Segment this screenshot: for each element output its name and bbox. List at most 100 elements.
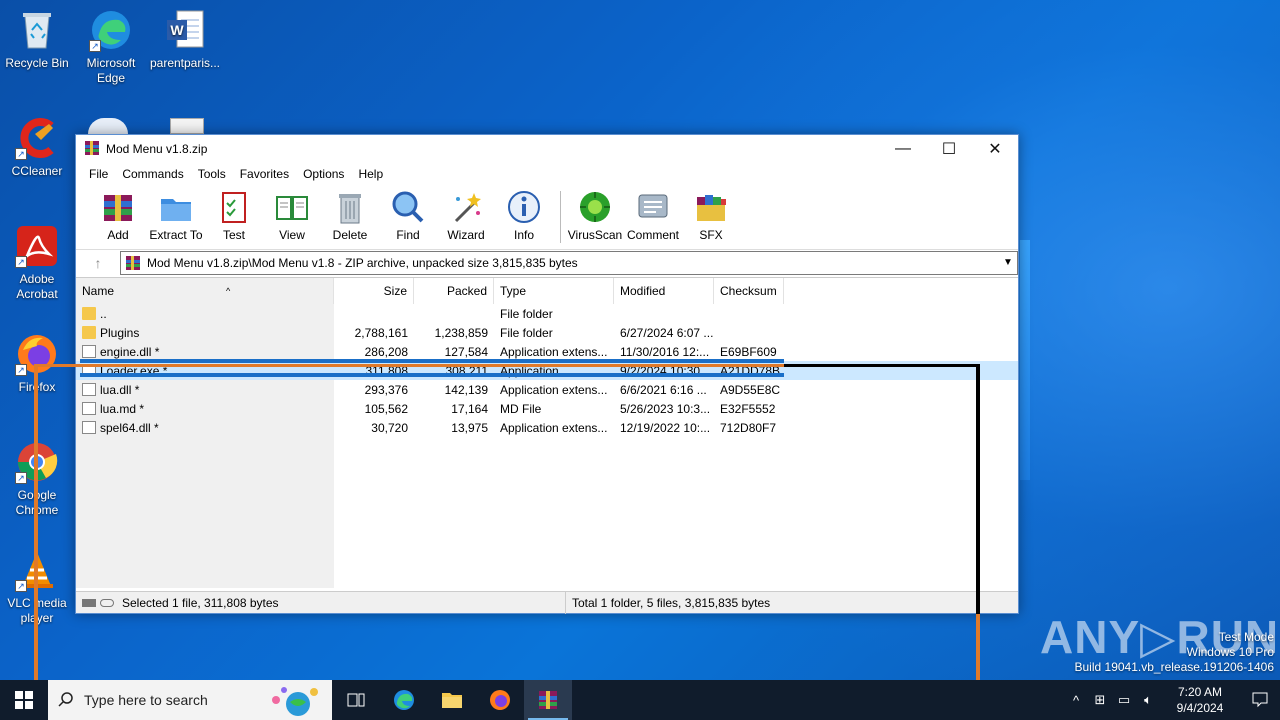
- file-icon: [82, 344, 96, 358]
- display-icon[interactable]: ▭: [1112, 692, 1136, 708]
- clock[interactable]: 7:20 AM 9/4/2024: [1160, 684, 1240, 716]
- extract-to-button[interactable]: Extract To: [148, 189, 204, 242]
- info-button[interactable]: Info: [496, 189, 552, 242]
- recycle-bin-icon: [15, 8, 59, 52]
- firefox-icon: [490, 690, 510, 710]
- table-row-parent[interactable]: .. File folder: [76, 304, 1018, 323]
- volume-icon[interactable]: 🔈︎: [1136, 692, 1160, 708]
- ccleaner-icon: ↗: [15, 116, 59, 160]
- row-packed: 127,584: [444, 344, 488, 359]
- table-row-plugins[interactable]: Plugins 2,788,161 1,238,859 File folder …: [76, 323, 1018, 342]
- network-icon[interactable]: ⊞: [1088, 692, 1112, 708]
- toolbar-label: Test: [222, 228, 245, 242]
- file-icon: [82, 401, 96, 415]
- windows-logo-icon: [15, 691, 33, 709]
- desktop-icon-label: CCleaner: [11, 164, 63, 178]
- watermark-line: Windows 10 Pro: [1186, 645, 1274, 659]
- toolbar-label: Find: [396, 228, 420, 242]
- zip-archive-icon: [125, 255, 141, 271]
- table-row-lua-dll[interactable]: lua.dll * 293,376 142,139 Application ex…: [76, 380, 1018, 399]
- minimize-button[interactable]: —: [880, 135, 926, 163]
- column-modified[interactable]: Modified: [614, 278, 714, 304]
- row-size: 2,788,161: [354, 325, 408, 340]
- column-name[interactable]: Name ^: [76, 278, 334, 304]
- overlay-line-blue-top: [80, 359, 784, 363]
- magnifier-icon: [390, 189, 426, 225]
- maximize-button[interactable]: ☐: [926, 135, 972, 163]
- find-button[interactable]: Find: [380, 189, 436, 242]
- comment-button[interactable]: Comment: [625, 189, 681, 242]
- toolbar-label: VirusScan: [567, 228, 623, 242]
- toolbar-label: Comment: [626, 228, 679, 242]
- status-selected: Selected 1 file, 311,808 bytes: [122, 595, 279, 610]
- taskbar-file-explorer[interactable]: [428, 680, 476, 720]
- column-checksum[interactable]: Checksum: [714, 278, 784, 304]
- view-button[interactable]: View: [264, 189, 320, 242]
- row-modified: 6/6/2021 6:16 ...: [620, 382, 707, 397]
- task-view-button[interactable]: [332, 680, 380, 720]
- desktop-icon-recycle-bin[interactable]: Recycle Bin: [0, 8, 74, 71]
- folder-icon: [82, 325, 96, 339]
- menu-options[interactable]: Options: [296, 167, 351, 181]
- desktop-icon-edge[interactable]: ↗ Microsoft Edge: [74, 8, 148, 86]
- table-row-lua-md[interactable]: lua.md * 105,562 17,164 MD File 5/26/202…: [76, 399, 1018, 418]
- sfx-button[interactable]: SFX: [683, 189, 739, 242]
- taskbar-firefox[interactable]: [476, 680, 524, 720]
- row-size: 30,720: [371, 420, 408, 435]
- desktop-icon-ccleaner[interactable]: ↗ CCleaner: [0, 116, 74, 179]
- row-modified: 5/26/2023 10:3...: [620, 401, 711, 416]
- close-button[interactable]: ✕: [972, 135, 1018, 163]
- file-icon: [82, 420, 96, 434]
- archive-path-field[interactable]: Mod Menu v1.8.zip\Mod Menu v1.8 - ZIP ar…: [120, 250, 1018, 275]
- menu-commands[interactable]: Commands: [115, 167, 190, 181]
- info-icon: [506, 189, 542, 225]
- table-row-spel64-dll[interactable]: spel64.dll * 30,720 13,975 Application e…: [76, 418, 1018, 437]
- desktop-icon-acrobat[interactable]: ↗ Adobe Acrobat: [0, 224, 74, 302]
- desktop-icon-word-doc[interactable]: W parentparis...: [148, 8, 222, 71]
- overlay-line-black-horizontal: [784, 364, 980, 367]
- test-button[interactable]: Test: [206, 189, 262, 242]
- column-packed[interactable]: Packed: [414, 278, 494, 304]
- chevron-up-icon[interactable]: ^: [1064, 693, 1088, 708]
- taskbar-edge[interactable]: [380, 680, 428, 720]
- overlay-line-black-vertical: [976, 364, 980, 614]
- add-button[interactable]: Add: [90, 189, 146, 242]
- menu-favorites[interactable]: Favorites: [233, 167, 296, 181]
- file-icon: [82, 382, 96, 396]
- menu-help[interactable]: Help: [351, 167, 390, 181]
- search-box[interactable]: Type here to search: [48, 680, 332, 720]
- file-explorer-icon: [442, 693, 462, 708]
- toolbar-label: Extract To: [149, 228, 203, 242]
- address-bar: ↑ Mod Menu v1.8.zip\Mod Menu v1.8 - ZIP …: [76, 249, 1018, 275]
- row-name: lua.dll *: [100, 382, 140, 397]
- overlay-line-orange-vertical: [34, 364, 38, 720]
- row-modified: 11/30/2016 12:...: [620, 344, 710, 359]
- word-doc-icon: W: [163, 8, 207, 52]
- row-packed: 17,164: [451, 401, 488, 416]
- edge-icon: [394, 690, 414, 710]
- up-arrow-icon[interactable]: ↑: [76, 255, 120, 271]
- toolbar-label: SFX: [699, 228, 723, 242]
- acrobat-icon: ↗: [15, 224, 59, 268]
- svg-text:W: W: [170, 22, 184, 38]
- menu-tools[interactable]: Tools: [191, 167, 233, 181]
- column-size[interactable]: Size: [334, 278, 414, 304]
- toolbar: Add Extract To Test View Delete Find Wiz…: [76, 185, 1018, 249]
- start-button[interactable]: [0, 680, 48, 720]
- taskbar-winrar[interactable]: [524, 680, 572, 720]
- title-bar[interactable]: Mod Menu v1.8.zip — ☐ ✕: [76, 135, 1018, 163]
- drive-icon: [82, 598, 96, 607]
- menu-file[interactable]: File: [82, 167, 115, 181]
- row-type: Application extens...: [500, 382, 608, 397]
- row-checksum: A9D55E8C: [720, 382, 781, 397]
- virus-scan-icon: [577, 189, 613, 225]
- delete-button[interactable]: Delete: [322, 189, 378, 242]
- wizard-button[interactable]: Wizard: [438, 189, 494, 242]
- column-type[interactable]: Type: [494, 278, 614, 304]
- trash-icon: [332, 189, 368, 225]
- chevron-down-icon[interactable]: ▼: [999, 257, 1017, 268]
- row-name: engine.dll *: [100, 344, 160, 359]
- notification-button[interactable]: [1240, 690, 1280, 711]
- column-header: Name ^ Size Packed Type Modified Checksum: [76, 278, 1018, 304]
- virusscan-button[interactable]: VirusScan: [567, 189, 623, 242]
